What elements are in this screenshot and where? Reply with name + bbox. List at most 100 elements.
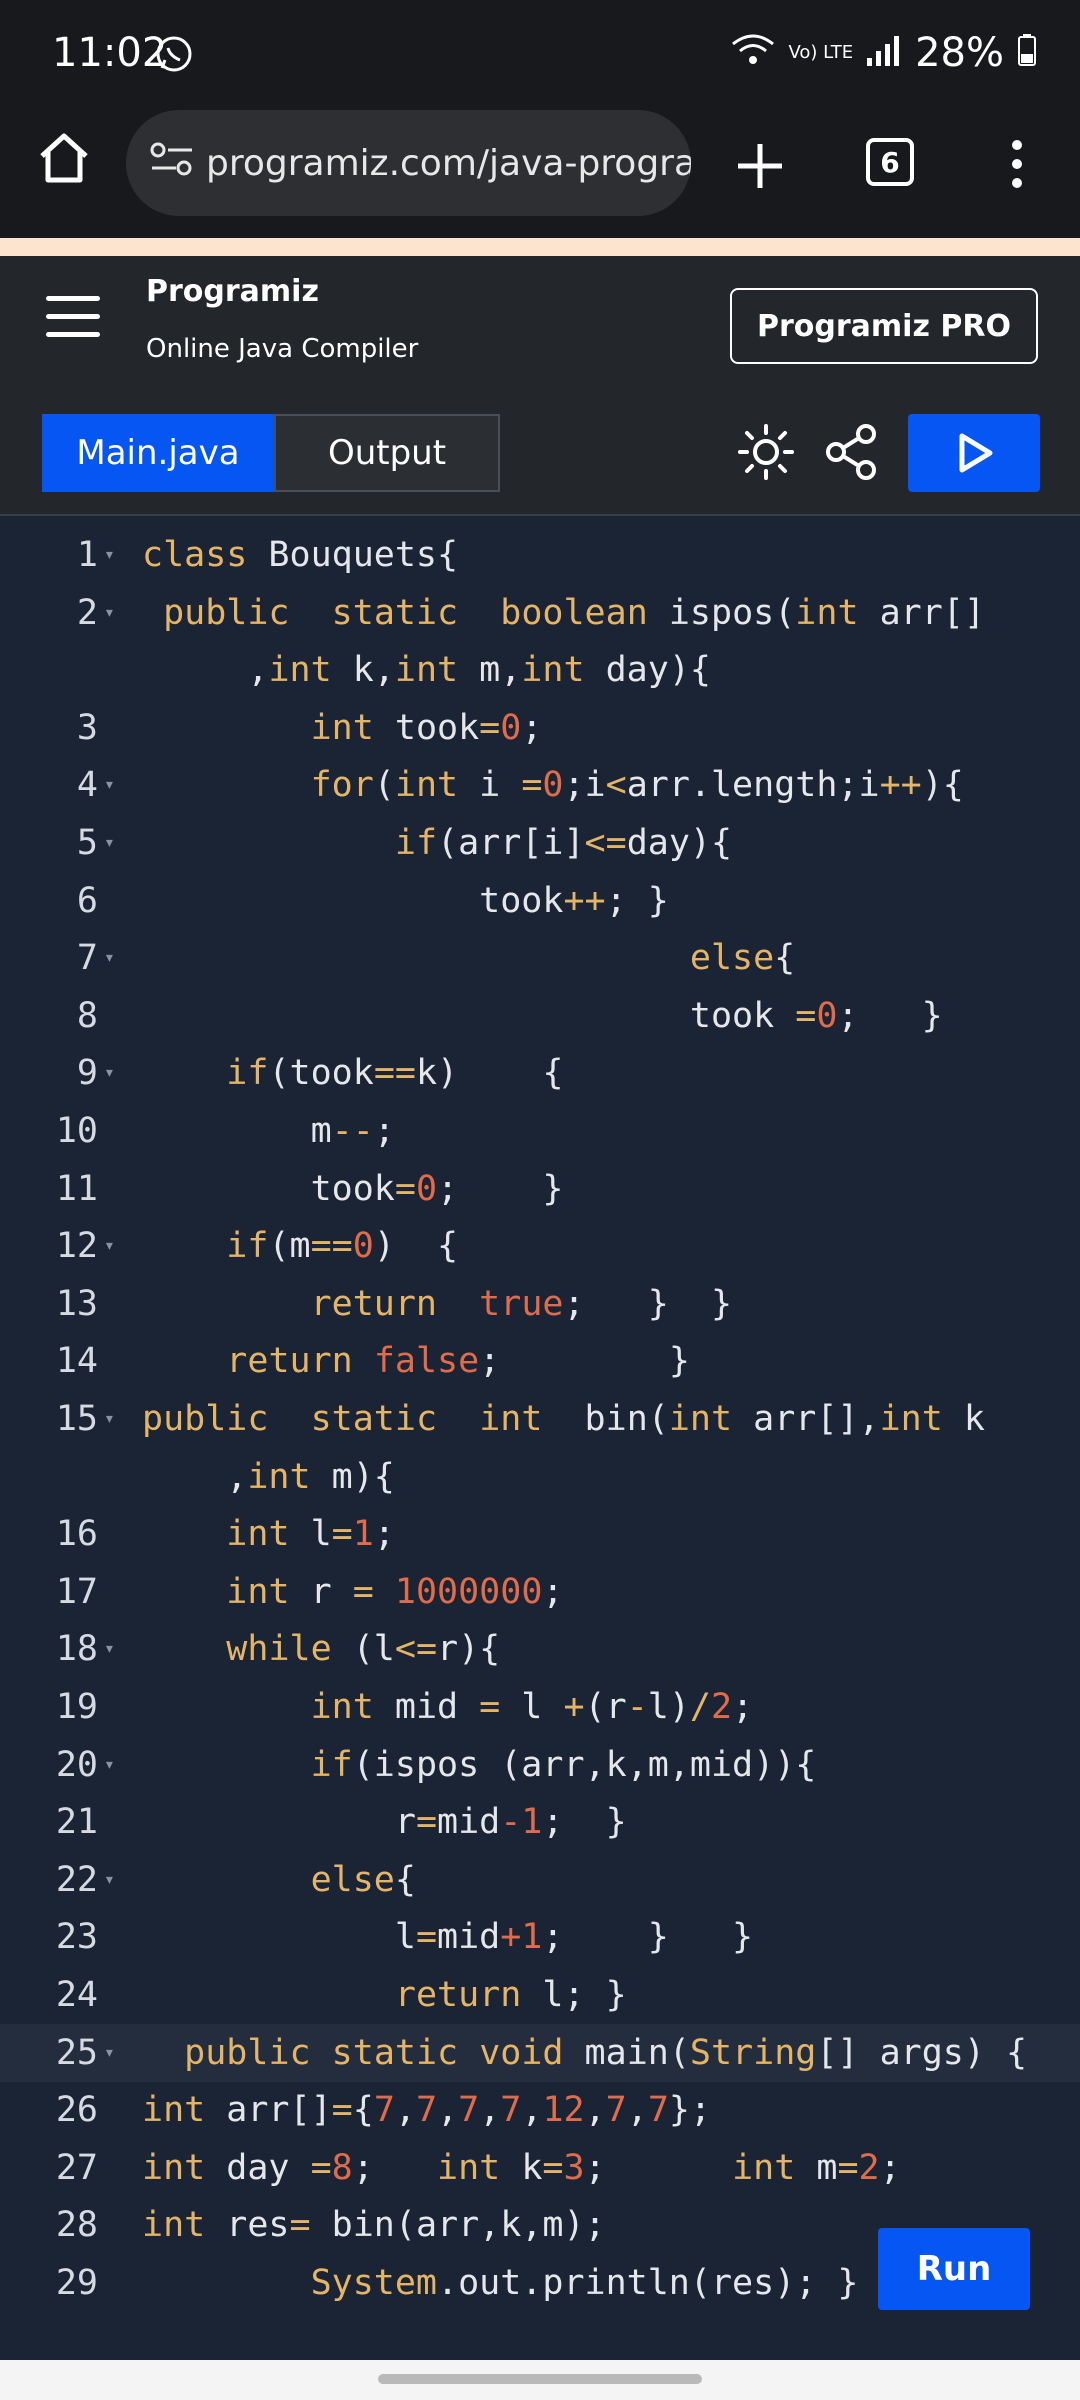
fold-chevron-icon[interactable]: ▾ — [104, 584, 115, 642]
programiz-logo[interactable]: Programiz — [146, 274, 319, 309]
code-token: (r — [584, 1687, 627, 1727]
theme-toggle-icon[interactable] — [734, 420, 798, 484]
fold-chevron-icon[interactable]: ▾ — [104, 1851, 115, 1909]
line-number: 8 — [76, 995, 98, 1036]
fold-chevron-icon[interactable]: ▾ — [104, 526, 115, 584]
code-token: bin( — [542, 1399, 669, 1439]
code-line[interactable]: 11 took=0; } — [0, 1160, 1080, 1218]
code-token: i — [458, 765, 522, 806]
fold-chevron-icon[interactable]: ▾ — [104, 1390, 115, 1448]
code-token: ; } } — [542, 1917, 754, 1958]
url-bar[interactable]: programiz.com/java-programi — [126, 110, 691, 216]
page-subtitle: Online Java Compiler — [146, 334, 419, 364]
code-token: = — [352, 1571, 374, 1612]
code-line[interactable]: 26 int arr[]={7,7,7,7,12,7,7}; — [0, 2081, 1080, 2139]
code-line[interactable]: 17 int r = 1000000; — [0, 1563, 1080, 1621]
code-line[interactable]: 3 int took=0; — [0, 699, 1080, 757]
code-token: ++ — [879, 765, 922, 806]
code-token: = — [521, 765, 543, 806]
fold-chevron-icon[interactable]: ▾ — [104, 1736, 115, 1794]
code-line[interactable]: 13 return true; } } — [0, 1275, 1080, 1333]
tab-main-java[interactable]: Main.java — [42, 414, 274, 492]
fold-chevron-icon[interactable]: ▾ — [104, 814, 115, 872]
code-line[interactable]: 7 ▾ else{ — [0, 929, 1080, 987]
code-token: int — [521, 650, 585, 691]
run-button[interactable]: Run — [878, 2228, 1030, 2310]
code-line[interactable]: 24 return l; } — [0, 1966, 1080, 2024]
wifi-icon — [731, 30, 775, 76]
site-settings-icon[interactable] — [150, 141, 194, 186]
code-token: = — [394, 1168, 416, 1209]
code-token: (arr[i] — [437, 823, 585, 863]
code-line[interactable]: 6 took++; } — [0, 872, 1080, 930]
hamburger-menu-icon[interactable] — [46, 296, 100, 338]
share-icon[interactable] — [820, 420, 884, 484]
code-text: l=mid+1; } } — [142, 1908, 753, 1966]
line-number: 11 — [55, 1168, 98, 1209]
fold-chevron-icon[interactable]: ▾ — [104, 1044, 115, 1102]
code-token: public — [184, 2032, 311, 2073]
line-number: 6 — [76, 880, 98, 921]
run-code-button[interactable] — [908, 414, 1040, 492]
code-text: return false; } — [142, 1332, 690, 1390]
code-line[interactable]: 14 return false; } — [0, 1332, 1080, 1390]
code-token: , — [521, 2090, 543, 2131]
code-line[interactable]: 19 int mid = l +(r-l)/2; — [0, 1678, 1080, 1736]
code-line[interactable]: 15 ▾ public static int bin(int arr[],int k — [0, 1390, 1080, 1448]
line-number: 22 — [55, 1859, 98, 1900]
line-number: 10 — [55, 1111, 98, 1151]
code-token: + — [563, 1687, 585, 1727]
code-line[interactable]: 2 ▾ public static boolean ispos(int arr[] — [0, 584, 1080, 642]
code-line[interactable]: 12 ▾ if(m==0) { — [0, 1217, 1080, 1275]
code-line[interactable]: 18 ▾ while (l<=r){ — [0, 1620, 1080, 1678]
home-icon[interactable] — [36, 130, 92, 190]
code-line[interactable]: 16 int l=1; — [0, 1505, 1080, 1563]
fold-chevron-icon[interactable]: ▾ — [104, 929, 115, 987]
fold-chevron-icon[interactable]: ▾ — [104, 1620, 115, 1678]
code-line[interactable]: 8 took =0; } — [0, 987, 1080, 1045]
line-number: 19 — [55, 1687, 98, 1727]
line-number: 24 — [55, 1975, 98, 2015]
tab-output[interactable]: Output — [274, 414, 500, 492]
code-line[interactable]: 22 ▾ else{ — [0, 1851, 1080, 1909]
line-number: 23 — [55, 1917, 98, 1958]
fold-chevron-icon[interactable]: ▾ — [104, 2024, 115, 2082]
code-token: ){ — [921, 765, 964, 806]
code-line[interactable]: 9 ▾ if(took==k) { — [0, 1044, 1080, 1102]
code-line[interactable]: 23 l=mid+1; } } — [0, 1908, 1080, 1966]
more-menu-icon[interactable] — [1008, 138, 1026, 194]
code-editor[interactable]: 1 ▾ class Bouquets{2 ▾ public static boolea… — [0, 516, 1080, 2360]
code-token: int — [394, 765, 459, 806]
code-line[interactable]: 25 ▾ public static void main(String[] arg… — [0, 2023, 1080, 2082]
code-token: day — [205, 2147, 311, 2188]
code-line[interactable]: ,int m){ — [0, 1448, 1080, 1506]
code-token: day){ — [584, 650, 711, 691]
code-line[interactable]: 20 ▾ if(ispos (arr,k,m,mid)){ — [0, 1736, 1080, 1794]
code-line[interactable]: 4 ▾ for(int i =0;i<arr.length;i++){ — [0, 756, 1080, 814]
code-token: == — [373, 1053, 416, 1094]
code-line[interactable]: 5 ▾ if(arr[i]<=day){ — [0, 814, 1080, 872]
code-token: ; — [732, 1687, 754, 1727]
line-number: 28 — [55, 2205, 98, 2246]
tab-switcher-button[interactable]: 6 — [866, 138, 914, 186]
code-token: arr[], — [732, 1399, 880, 1439]
code-token: r){ — [437, 1629, 501, 1670]
code-token: ; — [521, 707, 543, 748]
code-token: (l — [331, 1629, 395, 1670]
programiz-pro-button[interactable]: Programiz PRO — [730, 288, 1038, 364]
code-token: int — [310, 707, 374, 748]
code-token: 0 — [352, 1226, 374, 1267]
code-token: else — [689, 938, 775, 979]
code-line[interactable]: ,int k,int m,int day){ — [0, 641, 1080, 699]
fold-chevron-icon[interactable]: ▾ — [104, 1217, 115, 1275]
home-gesture-handle[interactable] — [378, 2374, 702, 2384]
code-line[interactable]: 10 m--; — [0, 1102, 1080, 1160]
code-line[interactable]: 1 ▾ class Bouquets{ — [0, 526, 1080, 584]
code-line[interactable]: 21 r=mid-1; } — [0, 1793, 1080, 1851]
new-tab-icon[interactable] — [732, 138, 788, 198]
fold-chevron-icon[interactable]: ▾ — [104, 756, 115, 814]
code-line[interactable]: 27 int day =8; int k=3; int m=2; — [0, 2139, 1080, 2197]
